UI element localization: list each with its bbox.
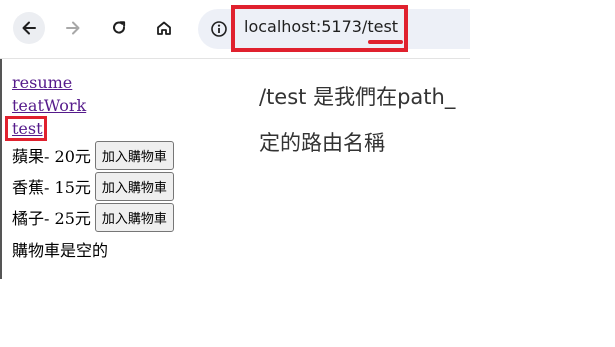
cart-status: 購物車是空的 xyxy=(12,241,109,260)
product-price: - 25元 xyxy=(44,209,91,228)
product-price: - 15元 xyxy=(44,178,91,197)
add-to-cart-button[interactable]: 加入購物車 xyxy=(94,171,174,201)
info-icon xyxy=(211,21,227,37)
product-name: 香蕉 xyxy=(12,178,45,197)
viewport-edge xyxy=(0,59,2,279)
arrow-left-icon xyxy=(22,21,36,35)
site-info-button[interactable] xyxy=(205,15,233,43)
link-resume[interactable]: resume xyxy=(12,71,86,94)
toolbar-divider xyxy=(0,58,470,59)
product-name: 橘子 xyxy=(12,209,45,228)
product-name: 蘋果 xyxy=(12,147,45,166)
add-to-cart-button[interactable]: 加入購物車 xyxy=(94,202,174,232)
reload-icon xyxy=(113,21,126,34)
back-button[interactable] xyxy=(13,12,45,44)
home-icon xyxy=(157,21,171,35)
reload-button[interactable] xyxy=(103,12,135,44)
arrow-right-icon xyxy=(66,21,80,35)
home-button[interactable] xyxy=(148,12,180,44)
product-item: 橘子 - 25元 加入購物車 xyxy=(12,201,174,233)
add-to-cart-button[interactable]: 加入購物車 xyxy=(94,140,174,170)
url-highlight-box xyxy=(231,5,408,52)
test-link-highlight-box xyxy=(5,116,47,141)
forward-button[interactable] xyxy=(57,12,89,44)
annotation-text: /test 是我們在path_ 定的路由名稱 xyxy=(259,74,470,166)
product-price: - 20元 xyxy=(44,147,91,166)
annotation-line-2: 定的路由名稱 xyxy=(259,131,385,155)
link-teatwork[interactable]: teatWork xyxy=(12,94,86,117)
annotation-line-1: /test 是我們在path_ xyxy=(259,85,456,109)
product-item: 香蕉 - 15元 加入購物車 xyxy=(12,170,174,202)
url-path-underline xyxy=(368,40,403,44)
product-item: 蘋果 - 20元 加入購物車 xyxy=(12,139,174,171)
